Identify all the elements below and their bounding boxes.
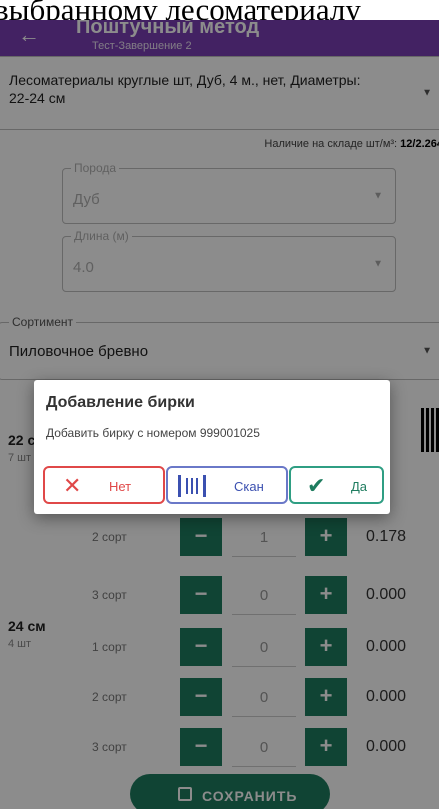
dialog-message: Добавить бирку с номером 999001025 xyxy=(46,426,260,440)
no-button[interactable]: ✕ Нет xyxy=(43,466,165,504)
no-button-label: Нет xyxy=(109,479,132,494)
check-icon: ✔ xyxy=(307,473,326,498)
caption-text: выбранному лесоматериалу xyxy=(0,0,439,20)
yes-button-label: Да xyxy=(351,479,368,494)
close-icon: ✕ xyxy=(63,473,82,498)
yes-button[interactable]: ✔ Да xyxy=(289,466,384,504)
scan-button[interactable]: Скан xyxy=(166,466,288,504)
scan-button-label: Скан xyxy=(234,479,264,494)
barcode-icon xyxy=(178,475,206,497)
dialog-title: Добавление бирки xyxy=(46,394,195,411)
app-screen: ← Поштучный метод Тест-Завершение 2 Лесо… xyxy=(0,20,439,809)
add-tag-dialog: Добавление бирки Добавить бирку с номеро… xyxy=(34,380,390,514)
